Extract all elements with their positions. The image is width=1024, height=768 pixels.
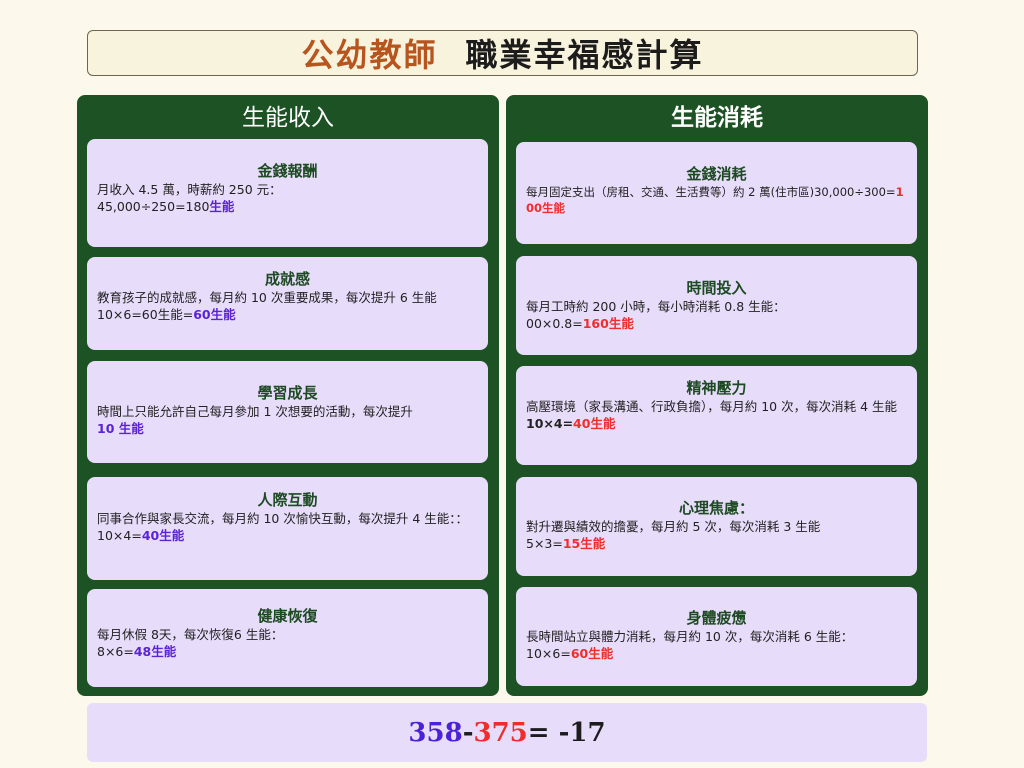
expense-card-fatigue: 身體疲憊 長時間站立與體力消耗，每月約 10 次，每次消耗 6 生能： 10×6… [516, 587, 917, 686]
card-result: 60生能 [193, 307, 236, 322]
income-card-achievement: 成就感 教育孩子的成就感，每月約 10 次重要成果，每次提升 6 生能 10×6… [87, 257, 488, 350]
card-result: 48生能 [133, 644, 177, 659]
card-title: 身體疲憊 [686, 609, 747, 627]
card-result: 40生能 [141, 528, 185, 543]
card-calc: 10×4= [526, 416, 574, 431]
card-body: 長時間站立與體力消耗，每月約 10 次，每次消耗 6 生能： 10×6=60生能 [526, 628, 907, 662]
card-body: 對升遷與績效的擔憂，每月約 5 次，每次消耗 3 生能 5×3=15生能 [526, 518, 907, 552]
card-text: 每月固定支出（房租、交通、生活費等）約 2 萬(住市區)30,000÷300= [526, 185, 896, 199]
income-panel: 生能收入 金錢報酬 月收入 4.5 萬，時薪約 250 元： 45,000÷25… [77, 95, 499, 696]
card-title: 成就感 [264, 270, 310, 288]
expense-card-stress: 精神壓力 高壓環境（家長溝通、行政負擔），每月約 10 次，每次消耗 4 生能 … [516, 366, 917, 465]
card-title: 精神壓力 [686, 379, 747, 397]
card-title: 健康恢復 [257, 607, 318, 625]
card-title: 金錢消耗 [686, 165, 747, 183]
card-result: 60生能 [570, 646, 614, 661]
card-text: 每月工時約 200 小時，每小時消耗 0.8 生能： [526, 299, 786, 314]
card-calc: 10×6=60生能= [97, 307, 194, 322]
card-calc: 00×0.8= [526, 316, 583, 331]
card-text: 長時間站立與體力消耗，每月約 10 次，每次消耗 6 生能： [526, 629, 854, 644]
income-card-social: 人際互動 同事合作與家長交流，每月約 10 次愉快互動，每次提升 4 生能：： … [87, 477, 488, 580]
card-title: 人際互動 [257, 491, 318, 509]
card-calc: 5×3= [526, 536, 563, 551]
card-text: 時間上只能允許自己每月參加 1 次想要的活動，每次提升 [97, 404, 413, 419]
card-text: 月收入 4.5 萬，時薪約 250 元： [97, 182, 282, 197]
card-body: 高壓環境（家長溝通、行政負擔），每月約 10 次，每次消耗 4 生能 10×4=… [526, 398, 907, 432]
card-calc: 8×6= [97, 644, 134, 659]
card-body: 月收入 4.5 萬，時薪約 250 元： 45,000÷250=180生能 [97, 181, 478, 215]
card-text: 教育孩子的成就感，每月約 10 次重要成果，每次提升 6 生能 [97, 290, 437, 305]
expense-card-money: 金錢消耗 每月固定支出（房租、交通、生活費等）約 2 萬(住市區)30,000÷… [516, 142, 917, 244]
expense-card-time: 時間投入 每月工時約 200 小時，每小時消耗 0.8 生能： 00×0.8=1… [516, 256, 917, 355]
card-calc: 10×4= [97, 528, 142, 543]
income-card-learning: 學習成長 時間上只能允許自己每月參加 1 次想要的活動，每次提升 10 生能 [87, 361, 488, 463]
card-text: 每月休假 8天，每次恢復6 生能： [97, 627, 284, 642]
card-title: 心理焦慮： [678, 499, 754, 517]
expense-panel: 生能消耗 金錢消耗 每月固定支出（房租、交通、生活費等）約 2 萬(住市區)30… [506, 95, 928, 696]
card-text: 高壓環境（家長溝通、行政負擔），每月約 10 次，每次消耗 4 生能 [526, 399, 898, 414]
income-heading: 生能收入 [242, 105, 334, 131]
title-part1: 公幼教師 [301, 36, 438, 74]
card-title: 時間投入 [686, 279, 747, 297]
expense-total: 375 [473, 717, 528, 748]
card-body: 時間上只能允許自己每月參加 1 次想要的活動，每次提升 10 生能 [97, 403, 478, 437]
expense-card-anxiety: 心理焦慮： 對升遷與績效的擔憂，每月約 5 次，每次消耗 3 生能 5×3=15… [516, 477, 917, 576]
page-title: 公幼教師 職業幸福感計算 [87, 30, 918, 76]
card-text: 同事合作與家長交流，每月約 10 次愉快互動，每次提升 4 生能：： [97, 511, 469, 526]
card-body: 教育孩子的成就感，每月約 10 次重要成果，每次提升 6 生能 10×6=60生… [97, 289, 478, 323]
card-result: 生能 [209, 199, 235, 214]
card-calc: 45,000÷250=180 [97, 199, 210, 214]
card-body: 同事合作與家長交流，每月約 10 次愉快互動，每次提升 4 生能：： 10×4=… [97, 510, 478, 544]
card-result: 40生能 [573, 416, 616, 431]
formula-result: = -17 [527, 717, 606, 748]
minus-sign: - [462, 717, 474, 748]
card-body: 每月固定支出（房租、交通、生活費等）約 2 萬(住市區)30,000÷300=1… [526, 184, 907, 216]
card-calc: 10×6= [526, 646, 571, 661]
card-body: 每月工時約 200 小時，每小時消耗 0.8 生能： 00×0.8=160生能 [526, 298, 907, 332]
income-card-money: 金錢報酬 月收入 4.5 萬，時薪約 250 元： 45,000÷250=180… [87, 139, 488, 247]
expense-heading: 生能消耗 [671, 105, 763, 131]
card-result: 10 生能 [97, 421, 144, 436]
income-card-health: 健康恢復 每月休假 8天，每次恢復6 生能： 8×6=48生能 [87, 589, 488, 687]
card-title: 金錢報酬 [257, 162, 318, 180]
total-formula: 358-375 = -17 [87, 703, 927, 762]
income-total: 358 [408, 717, 463, 748]
card-body: 每月休假 8天，每次恢復6 生能： 8×6=48生能 [97, 626, 478, 660]
card-result: 160生能 [582, 316, 634, 331]
title-part2: 職業幸福感計算 [465, 36, 704, 74]
card-title: 學習成長 [257, 384, 318, 402]
card-text: 對升遷與績效的擔憂，每月約 5 次，每次消耗 3 生能 [526, 519, 821, 534]
card-result: 15生能 [562, 536, 606, 551]
